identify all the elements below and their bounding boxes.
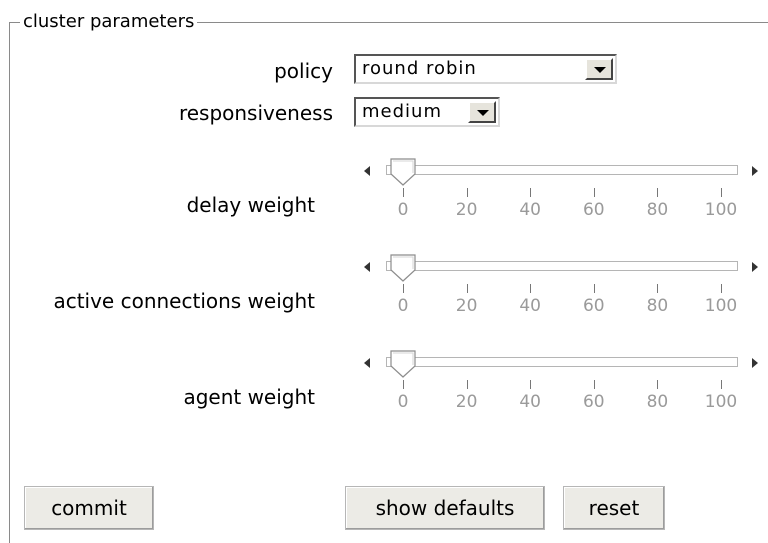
- group-legend: cluster parameters: [20, 11, 198, 33]
- slider-tick-label: 0: [397, 392, 409, 412]
- active-connections-weight-slider[interactable]: 0 20 40 60 80 100: [364, 254, 764, 334]
- slider-tick-label: 60: [582, 200, 605, 220]
- slider-tick: [466, 380, 468, 389]
- slider-tick: [657, 380, 659, 389]
- show-defaults-button[interactable]: show defaults: [345, 486, 545, 530]
- slider-tick: [466, 188, 468, 197]
- slider-tick: [530, 380, 532, 389]
- slider-scale: 0 20 40 60 80 100: [364, 188, 764, 228]
- responsiveness-select-value: medium: [362, 101, 442, 122]
- slider-thumb[interactable]: [390, 158, 416, 186]
- slider-tick-label: 100: [704, 296, 738, 316]
- slider-tick: [593, 380, 595, 389]
- slider-tick-label: 20: [455, 200, 478, 220]
- slider-track[interactable]: [386, 165, 738, 175]
- slider-tick-label: 0: [397, 296, 409, 316]
- slider-tick-label: 40: [519, 296, 541, 316]
- slider-tick: [721, 380, 722, 389]
- slider-tick-label: 40: [519, 200, 541, 220]
- slider-thumb[interactable]: [390, 350, 416, 378]
- arrow-right-icon[interactable]: [752, 262, 758, 272]
- slider-tick: [593, 188, 595, 197]
- slider-tick-label: 40: [519, 392, 541, 412]
- arrow-right-icon[interactable]: [752, 358, 758, 368]
- slider-tick: [403, 284, 404, 293]
- agent-weight-slider[interactable]: 0 20 40 60 80 100: [364, 350, 764, 430]
- commit-button[interactable]: commit: [24, 486, 154, 530]
- responsiveness-select[interactable]: medium: [354, 97, 500, 127]
- reset-button[interactable]: reset: [563, 486, 665, 530]
- slider-tick-label: 20: [455, 296, 478, 316]
- slider-tick: [721, 188, 722, 197]
- delay-weight-slider[interactable]: 0 20 40 60 80 100: [364, 158, 764, 238]
- arrow-left-icon[interactable]: [364, 358, 370, 368]
- policy-select-value: round robin: [362, 58, 477, 79]
- agent-weight-label: agent weight: [183, 385, 315, 409]
- slider-tick-label: 60: [582, 296, 605, 316]
- arrow-left-icon[interactable]: [364, 262, 370, 272]
- slider-tick-label: 80: [646, 296, 669, 316]
- slider-tick: [466, 284, 468, 293]
- slider-scale: 0 20 40 60 80 100: [364, 284, 764, 324]
- slider-tick-label: 20: [455, 392, 478, 412]
- slider-scale: 0 20 40 60 80 100: [364, 380, 764, 420]
- responsiveness-label: responsiveness: [178, 101, 333, 125]
- slider-tick: [721, 284, 722, 293]
- slider-tick-label: 80: [646, 200, 669, 220]
- slider-tick: [657, 188, 659, 197]
- delay-weight-label: delay weight: [186, 193, 315, 217]
- active-connections-weight-label: active connections weight: [53, 289, 315, 313]
- arrow-left-icon[interactable]: [364, 166, 370, 176]
- slider-tick: [657, 284, 659, 293]
- policy-select[interactable]: round robin: [354, 54, 617, 84]
- slider-tick: [403, 380, 404, 389]
- slider-tick-label: 60: [582, 392, 605, 412]
- slider-tick: [403, 188, 404, 197]
- slider-tick: [593, 284, 595, 293]
- slider-track[interactable]: [386, 357, 738, 367]
- slider-track[interactable]: [386, 261, 738, 271]
- arrow-right-icon[interactable]: [752, 166, 758, 176]
- chevron-down-icon[interactable]: [468, 101, 496, 123]
- slider-tick-label: 80: [646, 392, 669, 412]
- slider-tick: [530, 284, 532, 293]
- policy-label: policy: [274, 59, 333, 83]
- slider-tick-label: 100: [704, 392, 738, 412]
- slider-tick-label: 100: [704, 200, 738, 220]
- chevron-down-icon[interactable]: [585, 58, 613, 80]
- slider-thumb[interactable]: [390, 254, 416, 282]
- slider-tick: [530, 188, 532, 197]
- slider-tick-label: 0: [397, 200, 409, 220]
